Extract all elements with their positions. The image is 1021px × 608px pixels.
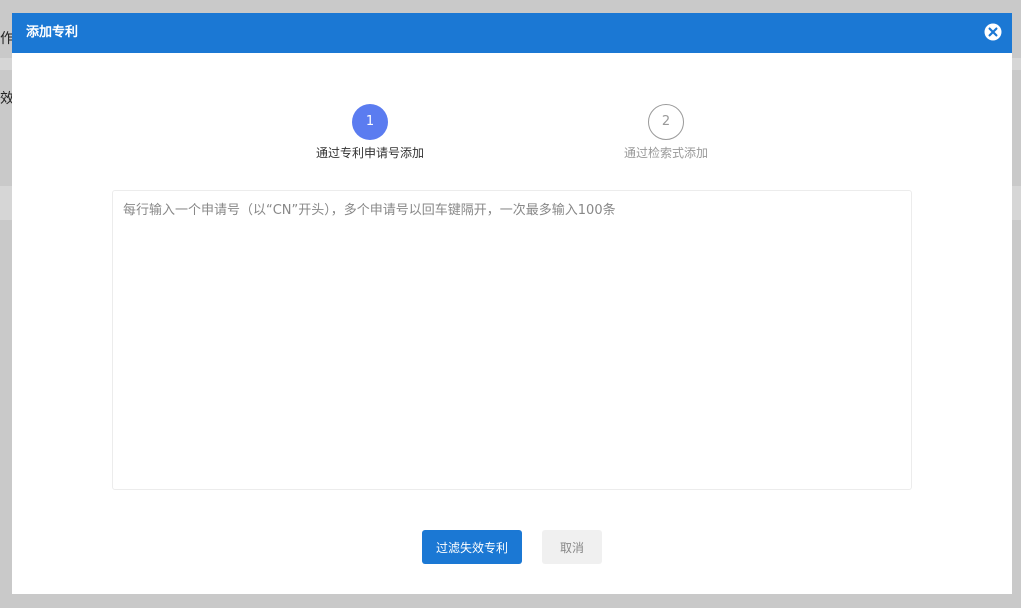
step-1-label: 通过专利申请号添加 <box>270 144 470 161</box>
filter-invalid-patents-button[interactable]: 过滤失效专利 <box>422 530 522 564</box>
close-button[interactable] <box>984 23 1002 41</box>
step-1[interactable]: 1 通过专利申请号添加 <box>270 104 470 161</box>
step-2-circle: 2 <box>648 104 684 140</box>
dialog-title: 添加专利 <box>26 13 78 53</box>
dialog-header: 添加专利 <box>12 13 1012 53</box>
add-patent-dialog: 添加专利 1 通过专利申请号添加 2 通过检索式添加 过滤失效专利 取消 <box>12 13 1012 594</box>
close-circle-icon <box>984 23 1002 41</box>
background-text: 作费 <box>0 28 12 48</box>
background-text: 效 <box>0 88 12 108</box>
step-2-label: 通过检索式添加 <box>566 144 766 161</box>
step-1-circle: 1 <box>352 104 388 140</box>
step-2[interactable]: 2 通过检索式添加 <box>566 104 766 161</box>
cancel-button[interactable]: 取消 <box>542 530 602 564</box>
application-number-input[interactable] <box>112 190 912 490</box>
